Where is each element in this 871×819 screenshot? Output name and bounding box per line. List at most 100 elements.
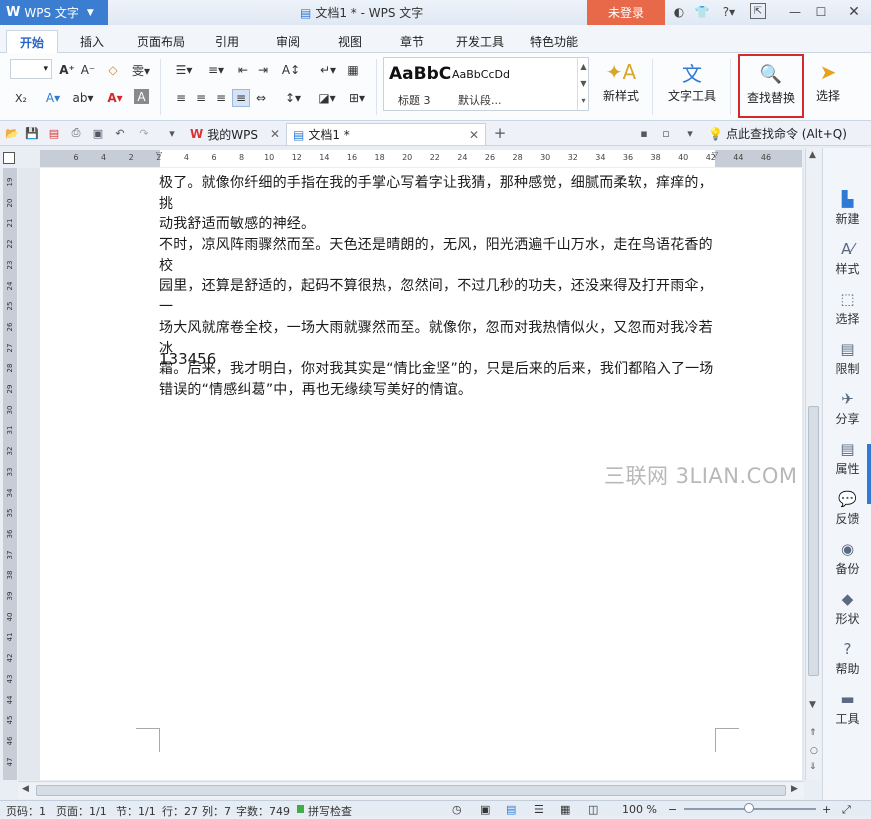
shrink-font-icon[interactable]: A⁻ xyxy=(79,61,97,79)
highlight-icon[interactable]: ab▾ xyxy=(70,89,96,107)
paragraph-2[interactable]: 不时，凉风阵雨骤然而至。天色还是晴朗的，无风，阳光洒遍千山万水，走在鸟语花香的校… xyxy=(159,235,717,401)
browse-object-icon[interactable]: ○ xyxy=(810,746,818,756)
gallery-scroll[interactable]: ▲ ▼ ▾ xyxy=(577,58,589,110)
zoom-level[interactable]: 100 % xyxy=(622,803,657,816)
web-view-icon[interactable]: ▦ xyxy=(560,803,570,816)
tab-document1[interactable]: ▤ 文档1 * ✕ xyxy=(286,123,486,145)
print-icon[interactable]: ⎙ xyxy=(68,125,84,141)
side-select-button[interactable]: ⬚ 选择 xyxy=(823,286,871,330)
text-tools-button[interactable]: 文 文字工具 xyxy=(661,57,723,115)
close-tab-icon[interactable]: ✕ xyxy=(469,128,479,142)
align-center-icon[interactable]: ≡ xyxy=(192,89,210,107)
scroll-up-icon[interactable]: ▲ xyxy=(809,150,816,160)
bullet-list-icon[interactable]: ☰▾ xyxy=(170,61,198,79)
side-restrict-button[interactable]: ▤ 限制 xyxy=(823,336,871,380)
text-direction-icon[interactable]: A↕ xyxy=(278,61,304,79)
side-share-button[interactable]: ✈ 分享 xyxy=(823,386,871,430)
history-icon[interactable]: ◷ xyxy=(452,803,462,816)
page-view-icon[interactable]: ▤ xyxy=(506,803,516,816)
prev-page-icon[interactable]: ⇑ xyxy=(809,728,817,738)
tab-home[interactable]: 开始 xyxy=(6,30,58,53)
style-gallery[interactable]: AaBbC AaBbCcDd 标题 3 默认段... ▲ ▼ ▾ xyxy=(383,57,589,111)
char-shading-icon[interactable]: A xyxy=(134,89,149,104)
side-feedback-button[interactable]: 💬 反馈 xyxy=(823,486,871,530)
fit-window-icon[interactable]: ⤢ xyxy=(842,803,851,817)
scroll-right-icon[interactable]: ▶ xyxy=(791,784,798,794)
vertical-ruler[interactable]: 19 20 21 22 23 24 25 26 27 28 29 30 31 32 33 34 35 36 37 38… xyxy=(3,168,17,780)
side-style-button[interactable]: A⁄ 样式 xyxy=(823,236,871,280)
status-spell-check[interactable]: 拼写检查 xyxy=(308,803,352,819)
status-word-count[interactable]: 字数：749 xyxy=(236,803,290,819)
line-spacing-icon[interactable]: ↕▾ xyxy=(280,89,306,107)
side-new-button[interactable]: ▙ 新建 xyxy=(823,186,871,230)
full-screen-view-icon[interactable]: ▣ xyxy=(480,803,490,816)
scroll-left-icon[interactable]: ◀ xyxy=(22,784,29,794)
style-preview-heading3[interactable]: AaBbC xyxy=(389,64,451,84)
tab-review[interactable]: 审阅 xyxy=(266,30,310,53)
reading-view-icon[interactable]: ◫ xyxy=(588,803,598,816)
clear-format-icon[interactable]: ◇ xyxy=(104,61,122,79)
side-shape-button[interactable]: ◆ 形状 xyxy=(823,586,871,630)
number-line[interactable]: 133456 xyxy=(159,350,216,368)
skin-icon[interactable]: ◐ xyxy=(670,3,688,21)
zoom-in-icon[interactable]: + xyxy=(822,803,831,816)
tab-page-layout[interactable]: 页面布局 xyxy=(130,30,192,53)
right-indent-marker[interactable]: ▽ xyxy=(712,150,718,159)
maximize-button[interactable]: ☐ xyxy=(812,3,830,21)
panel-collapse-handle[interactable] xyxy=(867,444,871,504)
scroll-down-icon[interactable]: ▼ xyxy=(809,700,816,710)
tab-insert[interactable]: 插入 xyxy=(70,30,114,53)
horizontal-ruler[interactable]: 6 4 2 2 4 6 8 10 12 14 16 18 20 22 24 26 28 30 32 34 36 38 40 4… xyxy=(40,150,802,167)
new-tab-icon[interactable]: + xyxy=(492,124,508,142)
side-properties-button[interactable]: ▤ 属性 xyxy=(823,436,871,480)
restore-window-icon[interactable]: ⇱ xyxy=(750,3,766,19)
borders-icon[interactable]: ⊞▾ xyxy=(344,89,370,107)
h-scrollbar-thumb[interactable] xyxy=(36,785,786,796)
decrease-indent-icon[interactable]: ⇤ xyxy=(234,61,252,79)
shirt-icon[interactable]: 👕 xyxy=(693,3,711,21)
distribute-icon[interactable]: ⇔ xyxy=(252,89,270,107)
increase-indent-icon[interactable]: ⇥ xyxy=(254,61,272,79)
print-preview-icon[interactable]: ▣ xyxy=(90,125,106,141)
more-icon[interactable]: ▾ xyxy=(682,125,698,141)
login-button[interactable]: 未登录 xyxy=(587,0,665,25)
redo-icon[interactable]: ↷ xyxy=(136,125,152,141)
pinyin-guide-icon[interactable]: 雯▾ xyxy=(128,61,154,79)
table-grid-icon[interactable]: ▦ xyxy=(344,61,362,79)
export-pdf-icon[interactable]: ▤ xyxy=(46,125,62,141)
align-left-icon[interactable]: ≡ xyxy=(172,89,190,107)
outline-view-icon[interactable]: ☰ xyxy=(534,803,544,816)
close-button[interactable]: ✕ xyxy=(845,3,863,21)
close-tab-icon[interactable]: ✕ xyxy=(270,127,280,141)
pin-icon[interactable]: ▪ xyxy=(636,125,652,141)
select-button[interactable]: ➤ 选择 xyxy=(808,57,848,115)
minimize-button[interactable]: — xyxy=(786,3,804,21)
app-menu-button[interactable]: W WPS 文字 ▼ xyxy=(0,0,108,25)
tab-chapter[interactable]: 章节 xyxy=(390,30,434,53)
style-preview-default[interactable]: AaBbCcDd xyxy=(452,68,510,81)
grow-font-icon[interactable]: A⁺ xyxy=(58,61,76,79)
show-marks-icon[interactable]: ↵▾ xyxy=(316,61,340,79)
open-folder-icon[interactable]: 📂 xyxy=(4,125,20,141)
help-button[interactable]: ? ▾ xyxy=(716,3,742,21)
tab-stop-selector[interactable] xyxy=(3,152,15,164)
numbered-list-icon[interactable]: ≡▾ xyxy=(202,61,230,79)
align-right-icon[interactable]: ≡ xyxy=(212,89,230,107)
tab-references[interactable]: 引用 xyxy=(205,30,249,53)
horizontal-scrollbar[interactable]: ◀ ▶ xyxy=(18,781,804,799)
next-page-icon[interactable]: ⇓ xyxy=(809,762,817,772)
paragraph-shading-icon[interactable]: ◪▾ xyxy=(314,89,340,107)
tab-features[interactable]: 特色功能 xyxy=(522,30,586,53)
document-page[interactable]: 极了。就像你纤细的手指在我的手掌心写着字让我猜，那种感觉，细腻而柔软，痒痒的，挑… xyxy=(40,168,802,780)
save-icon[interactable]: 💾 xyxy=(24,125,40,141)
font-color-icon[interactable]: A▾ xyxy=(102,89,128,107)
undo-icon[interactable]: ↶ xyxy=(112,125,128,141)
text-effect-icon[interactable]: A▾ xyxy=(40,89,66,107)
restore-icon[interactable]: ▫ xyxy=(658,125,674,141)
font-size-select[interactable]: ▾ xyxy=(10,59,52,79)
tab-developer[interactable]: 开发工具 xyxy=(448,30,512,53)
subscript-icon[interactable]: X₂ xyxy=(12,89,30,107)
left-indent-marker[interactable]: ▽ xyxy=(156,150,162,159)
paragraph-1[interactable]: 极了。就像你纤细的手指在我的手掌心写着字让我猜，那种感觉，细腻而柔软，痒痒的，挑… xyxy=(159,173,717,235)
tab-my-wps[interactable]: W 我的WPS ✕ xyxy=(184,123,286,145)
